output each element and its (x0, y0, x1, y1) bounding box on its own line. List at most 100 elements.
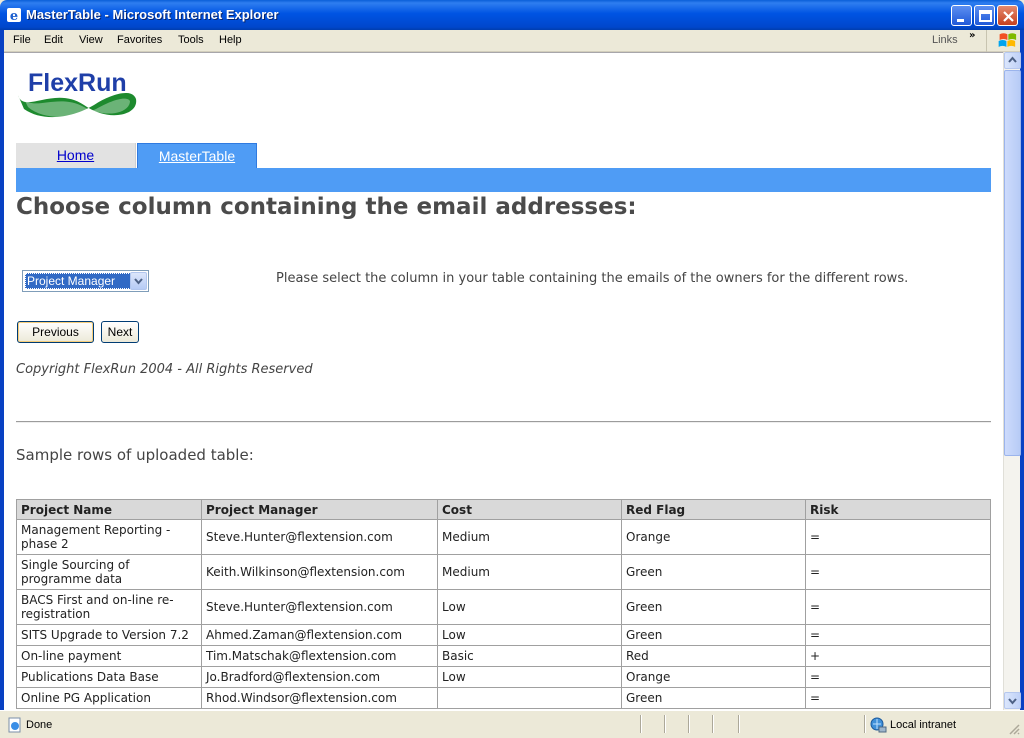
menu-favorites[interactable]: Favorites (117, 34, 162, 46)
menu-view[interactable]: View (79, 34, 103, 46)
table-cell: + (805, 645, 991, 667)
table-header-row: Project Name Project Manager Cost Red Fl… (16, 499, 991, 520)
menu-tools[interactable]: Tools (178, 34, 204, 46)
page-title: Choose column containing the email addre… (16, 194, 637, 220)
table-cell: Basic (437, 645, 622, 667)
tab-home[interactable]: Home (16, 143, 136, 168)
table-cell: BACS First and on-line re-registration (16, 589, 202, 625)
links-toolbar[interactable]: Links (932, 34, 958, 46)
nav-bar-strip (16, 168, 991, 192)
table-cell: Green (621, 554, 806, 590)
table-cell: Rhod.Windsor@flextension.com (201, 687, 438, 709)
table-cell: Orange (621, 666, 806, 688)
window-title: MasterTable - Microsoft Internet Explore… (26, 7, 279, 22)
table-cell: = (805, 554, 991, 590)
table-row: SITS Upgrade to Version 7.2 Ahmed.Zaman@… (16, 624, 991, 646)
next-button[interactable]: Next (101, 321, 139, 343)
table-row: Online PG Application Rhod.Windsor@flext… (16, 687, 991, 709)
previous-button[interactable]: Previous (17, 321, 94, 343)
page-content[interactable]: FlexRun Home MasterTable Choose column c… (4, 52, 1003, 710)
table-cell: Low (437, 624, 622, 646)
menu-file[interactable]: File (13, 34, 31, 46)
status-separator (664, 715, 666, 733)
title-bar[interactable]: e MasterTable - Microsoft Internet Explo… (0, 0, 1024, 30)
table-cell: = (805, 666, 991, 688)
close-button[interactable] (997, 5, 1018, 26)
table-cell: Management Reporting - phase 2 (16, 519, 202, 555)
ie-icon: e (7, 8, 21, 23)
column-header: Project Manager (201, 499, 438, 520)
local-intranet-icon (870, 717, 887, 733)
select-value: Project Manager (25, 273, 131, 289)
table-cell: Green (621, 687, 806, 709)
table-cell: SITS Upgrade to Version 7.2 (16, 624, 202, 646)
maximize-button[interactable] (974, 5, 995, 26)
table-cell: Ahmed.Zaman@flextension.com (201, 624, 438, 646)
scroll-down-button[interactable] (1004, 692, 1021, 709)
table-cell: Medium (437, 519, 622, 555)
tab-mastertable[interactable]: MasterTable (137, 143, 257, 168)
status-separator (864, 715, 866, 733)
menu-help[interactable]: Help (219, 34, 242, 46)
status-separator (688, 715, 690, 733)
table-cell: Orange (621, 519, 806, 555)
divider (16, 421, 991, 423)
table-cell: Publications Data Base (16, 666, 202, 688)
table-cell: Low (437, 589, 622, 625)
scroll-thumb[interactable] (1004, 70, 1021, 456)
zone-text: Local intranet (890, 719, 957, 731)
table-cell: Keith.Wilkinson@flextension.com (201, 554, 438, 590)
status-separator (712, 715, 714, 733)
email-column-select[interactable]: Project Manager (22, 270, 149, 292)
sample-heading: Sample rows of uploaded table: (16, 446, 254, 464)
chevron-up-icon (1008, 56, 1017, 63)
minimize-button[interactable] (951, 5, 972, 26)
minimize-icon (957, 19, 964, 22)
table-row: Publications Data Base Jo.Bradford@flext… (16, 666, 991, 688)
menu-bar: File Edit View Favorites Tools Help Link… (4, 30, 1020, 52)
table-cell: Green (621, 624, 806, 646)
chevron-down-icon (1008, 698, 1017, 705)
table-cell: Jo.Bradford@flextension.com (201, 666, 438, 688)
vertical-scrollbar[interactable] (1003, 52, 1021, 710)
menu-edit[interactable]: Edit (44, 34, 63, 46)
table-row: Management Reporting - phase 2 Steve.Hun… (16, 519, 991, 555)
copyright-text: Copyright FlexRun 2004 - All Rights Rese… (16, 362, 313, 377)
status-text: Done (26, 719, 53, 731)
sample-table: Project Name Project Manager Cost Red Fl… (16, 499, 991, 709)
chevron-down-icon (134, 278, 143, 285)
table-cell: = (805, 519, 991, 555)
table-cell: Red (621, 645, 806, 667)
flexrun-logo: FlexRun (18, 69, 137, 118)
column-header: Cost (437, 499, 622, 520)
status-separator (738, 715, 740, 733)
close-icon (1003, 11, 1014, 22)
maximize-icon (979, 10, 992, 22)
table-cell (437, 687, 622, 709)
table-cell: = (805, 687, 991, 709)
column-header: Risk (805, 499, 991, 520)
table-row: Single Sourcing of programme data Keith.… (16, 554, 991, 590)
logo-text: FlexRun (28, 69, 127, 97)
table-cell: Steve.Hunter@flextension.com (201, 519, 438, 555)
scroll-up-button[interactable] (1004, 52, 1021, 69)
table-cell: = (805, 589, 991, 625)
table-cell: Medium (437, 554, 622, 590)
table-cell: Low (437, 666, 622, 688)
svg-text:e: e (10, 9, 18, 23)
resize-grip-icon[interactable] (1008, 723, 1020, 735)
table-row: BACS First and on-line re-registration S… (16, 589, 991, 625)
page-done-icon (8, 717, 21, 733)
table-row: On-line payment Tim.Matschak@flextension… (16, 645, 991, 667)
dropdown-arrow[interactable] (130, 272, 147, 290)
table-cell: = (805, 624, 991, 646)
column-header: Project Name (16, 499, 202, 520)
table-cell: Steve.Hunter@flextension.com (201, 589, 438, 625)
links-chevron-icon[interactable]: » (969, 30, 975, 41)
table-cell: Single Sourcing of programme data (16, 554, 202, 590)
column-header: Red Flag (621, 499, 806, 520)
table-cell: Tim.Matschak@flextension.com (201, 645, 438, 667)
status-bar: Done Local intranet (0, 710, 1024, 738)
table-cell: On-line payment (16, 645, 202, 667)
instruction-text: Please select the column in your table c… (276, 271, 909, 286)
